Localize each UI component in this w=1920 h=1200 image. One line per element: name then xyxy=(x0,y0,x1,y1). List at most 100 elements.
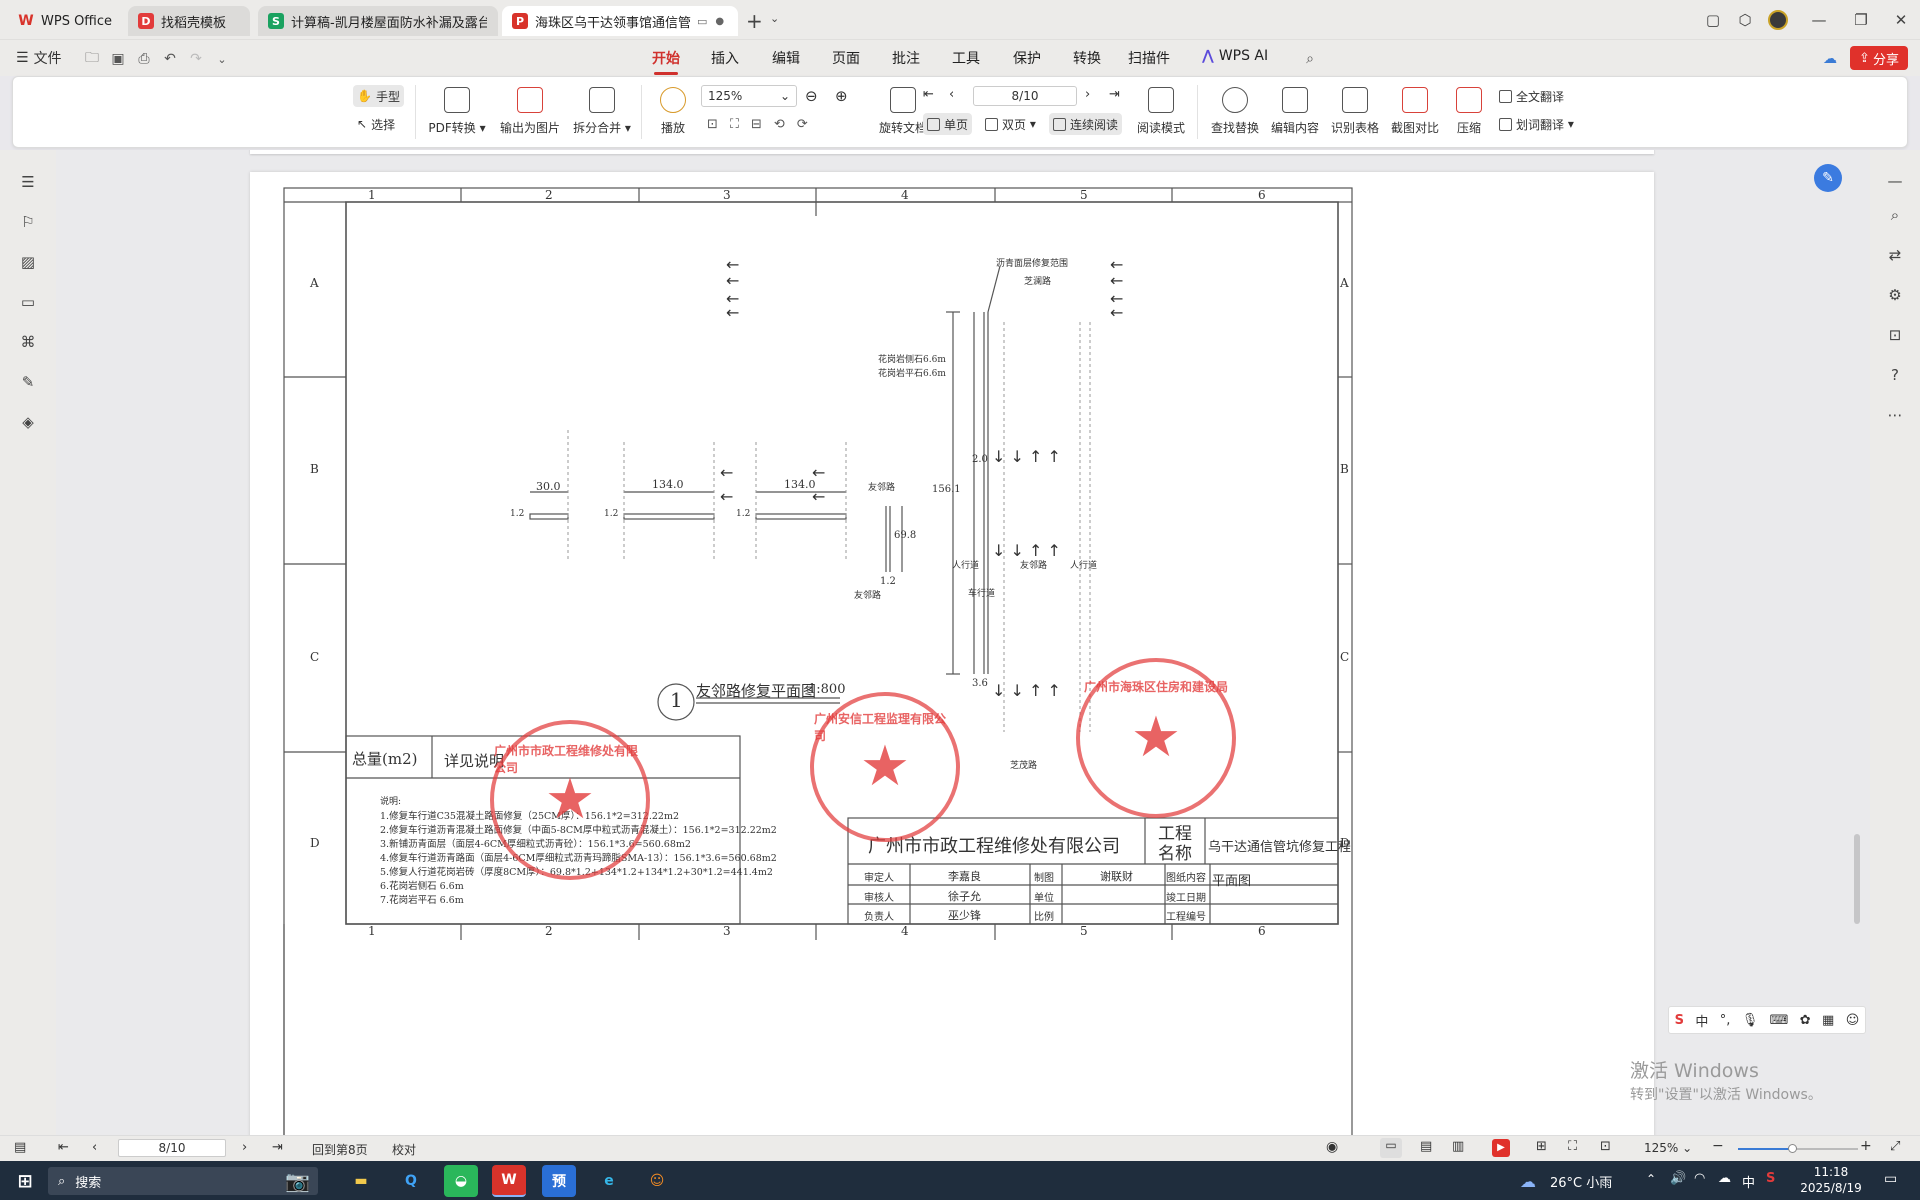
more-icon[interactable]: ⋯ xyxy=(1884,404,1906,426)
menu-page[interactable]: 页面 xyxy=(832,48,860,68)
status-zoom[interactable]: 125% ⌄ xyxy=(1644,1141,1692,1155)
layers-icon[interactable]: ◈ xyxy=(18,412,38,432)
pdf-convert-button[interactable]: PDF转换 ▾ xyxy=(427,87,487,136)
fit-page-icon[interactable]: ⊞ xyxy=(1536,1139,1547,1154)
punctuation-icon[interactable]: °, xyxy=(1720,1013,1731,1028)
cube-icon[interactable]: ⬡ xyxy=(1732,8,1758,32)
continuous-view-icon[interactable]: ▤ xyxy=(1420,1139,1432,1154)
windows-start-icon[interactable]: ⊞ xyxy=(8,1165,42,1197)
tab-pdf-active[interactable]: P 海珠区乌干达领事馆通信管坑 ▭ ● xyxy=(502,6,738,36)
word-translate-button[interactable]: 划词翻译 ▾ xyxy=(1495,113,1578,135)
back-to-page-link[interactable]: 回到第8页 xyxy=(312,1141,368,1158)
menu-scan[interactable]: 扫描件 xyxy=(1128,48,1170,68)
export-image-button[interactable]: 输出为图片 xyxy=(497,87,563,136)
save-icon[interactable]: ▣ xyxy=(108,49,128,69)
tab-docer[interactable]: D 找稻壳模板 xyxy=(128,6,250,36)
compress-button[interactable]: 压缩 xyxy=(1447,87,1491,136)
bookmark-icon[interactable]: ⚐ xyxy=(18,212,38,232)
weather-icon[interactable]: ☁ xyxy=(1520,1172,1536,1191)
reading-mode-button[interactable]: 阅读模式 xyxy=(1133,87,1189,136)
find-replace-button[interactable]: 查找替换 xyxy=(1207,87,1263,136)
notification-icon[interactable]: ▭ xyxy=(1884,1171,1897,1187)
transform-icon[interactable]: ⇄ xyxy=(1884,244,1906,266)
actual-size-icon[interactable]: ⊡ xyxy=(707,117,718,132)
close-icon[interactable]: ✕ xyxy=(1888,8,1914,32)
zoom-select[interactable]: 125% ⌄ xyxy=(701,85,797,107)
chat-app-icon[interactable]: Q xyxy=(394,1165,428,1197)
zoom-in-icon[interactable]: ⊕ xyxy=(835,87,848,105)
file-explorer-icon[interactable]: ▬ xyxy=(344,1165,378,1197)
last-page-icon[interactable]: ⇥ xyxy=(1109,87,1120,102)
double-view-icon[interactable]: ▥ xyxy=(1452,1139,1464,1154)
menu-tools[interactable]: 工具 xyxy=(952,48,980,68)
zoom-out-icon[interactable]: ⊖ xyxy=(805,87,818,105)
split-merge-button[interactable]: 拆分合并 ▾ xyxy=(569,87,635,136)
grid-menu-icon[interactable]: ▦ xyxy=(1822,1013,1834,1028)
single-view-icon[interactable]: ▭ xyxy=(1380,1138,1402,1158)
new-tab-plus-icon[interactable]: + xyxy=(746,9,763,33)
document-viewport[interactable]: ← ← ← ← ← ← ← ← ← ← ← ← ↓ ↓ ↑ ↑ ↓ ↓ ↑ ↑ ↓ ↓ ↑ ↑ … xyxy=(56,150,1870,1140)
menu-start[interactable]: 开始 xyxy=(652,48,680,75)
hand-tool-button[interactable]: ✋ 手型 xyxy=(353,85,404,107)
actual-size-icon[interactable]: ⊡ xyxy=(1600,1139,1611,1154)
redo-icon[interactable]: ↷ xyxy=(186,49,206,69)
edge-browser-icon[interactable]: e xyxy=(592,1165,626,1197)
wps-taskbar-icon[interactable]: W xyxy=(492,1165,526,1197)
tab-wps-office[interactable]: W WPS Office xyxy=(8,6,120,36)
tray-expand-icon[interactable]: ⌃ xyxy=(1646,1172,1656,1186)
thumbnail-icon[interactable]: ▨ xyxy=(18,252,38,272)
ime-language[interactable]: 中 xyxy=(1695,1011,1708,1030)
fit-width-icon[interactable]: ⛶ xyxy=(1568,1139,1577,1154)
cloud-sync-icon[interactable]: ☁ xyxy=(1820,49,1840,69)
menu-edit[interactable]: 编辑 xyxy=(772,48,800,68)
zoom-slider-handle[interactable] xyxy=(1788,1144,1797,1153)
wechat-icon[interactable]: ◒ xyxy=(444,1165,478,1197)
zoom-frame-icon[interactable]: ⊡ xyxy=(1884,324,1906,346)
edit-content-button[interactable]: 编辑内容 xyxy=(1267,87,1323,136)
user-avatar[interactable] xyxy=(1768,10,1788,30)
full-translate-button[interactable]: 全文翻译 xyxy=(1495,85,1568,107)
ime-indicator[interactable]: 中 xyxy=(1742,1172,1755,1191)
volume-icon[interactable]: 🔊 xyxy=(1670,1171,1686,1186)
tab-spreadsheet[interactable]: S 计算稿-凯月楼屋面防水补漏及露台地 xyxy=(258,6,498,36)
window-tile-icon[interactable]: ▢ xyxy=(1700,8,1726,32)
monitor-icon[interactable]: ▭ xyxy=(697,15,707,28)
ai-assistant-icon[interactable]: ✎ xyxy=(1814,164,1842,192)
mascot-app-icon[interactable]: ☺ xyxy=(640,1165,674,1197)
single-page-button[interactable]: 单页 xyxy=(923,113,973,135)
prev-page-icon[interactable]: ‹ xyxy=(949,87,954,102)
outline-icon[interactable]: ☰ xyxy=(18,172,38,192)
menu-protect[interactable]: 保护 xyxy=(1013,48,1041,68)
proofread-button[interactable]: 校对 xyxy=(392,1141,416,1158)
prev-page-icon[interactable]: ‹ xyxy=(92,1140,97,1155)
fit-page-icon[interactable]: ⛶ xyxy=(730,117,739,132)
last-page-icon[interactable]: ⇥ xyxy=(272,1140,283,1155)
rotate-left-icon[interactable]: ⟲ xyxy=(774,117,785,132)
microphone-icon[interactable]: 🎙 xyxy=(1742,1013,1759,1028)
eye-icon[interactable]: ◉ xyxy=(1326,1139,1338,1155)
search-icon[interactable]: ⌕ xyxy=(1884,204,1906,226)
zoom-slider[interactable] xyxy=(1738,1144,1858,1153)
menu-convert[interactable]: 转换 xyxy=(1073,48,1101,68)
rotate-document-button[interactable]: 旋转文档 xyxy=(877,87,929,136)
sidebar-toggle-icon[interactable]: ▤ xyxy=(14,1140,26,1155)
first-page-icon[interactable]: ⇤ xyxy=(58,1140,69,1155)
print-icon[interactable]: ⎙ xyxy=(134,49,154,69)
page-number-input[interactable]: 8/10 xyxy=(973,86,1077,106)
skin-icon[interactable]: ✿ xyxy=(1800,1013,1811,1028)
sogou-tray-icon[interactable]: S xyxy=(1766,1171,1775,1186)
keyboard-icon[interactable]: ⌨ xyxy=(1770,1013,1789,1028)
play-slideshow-icon[interactable]: ▶ xyxy=(1492,1139,1510,1157)
collapse-icon[interactable]: — xyxy=(1884,170,1906,192)
file-menu[interactable]: ☰ 文件 xyxy=(16,48,62,68)
double-page-button[interactable]: 双页 ▾ xyxy=(981,113,1040,135)
fullscreen-icon[interactable]: ⤢ xyxy=(1890,1139,1900,1154)
status-page-input[interactable]: 8/10 xyxy=(118,1139,226,1157)
restore-icon[interactable]: ❐ xyxy=(1848,8,1874,32)
search-icon[interactable]: ⌕ xyxy=(1300,49,1320,69)
ime-toolbar[interactable]: S 中 °, 🎙 ⌨ ✿ ▦ ☺ xyxy=(1668,1006,1866,1034)
rotate-right-icon[interactable]: ⟳ xyxy=(797,117,808,132)
sogou-icon[interactable]: S xyxy=(1675,1013,1684,1028)
recognize-table-button[interactable]: 识别表格 xyxy=(1327,87,1383,136)
minimize-icon[interactable]: — xyxy=(1806,8,1832,32)
